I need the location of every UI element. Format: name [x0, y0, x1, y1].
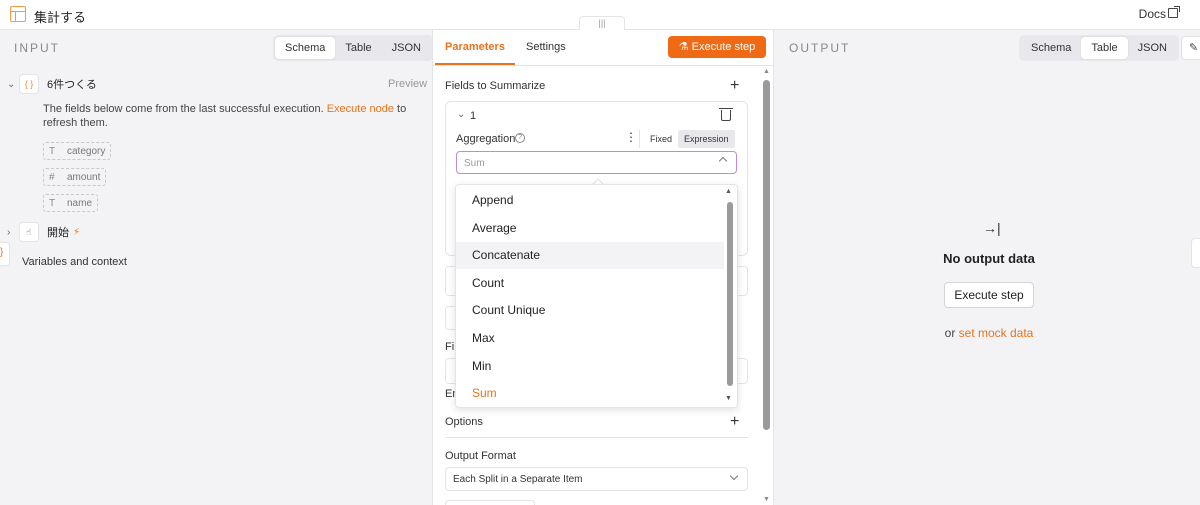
option-append[interactable]: Append: [456, 187, 724, 214]
field-name: category: [67, 145, 106, 157]
input-view-json[interactable]: JSON: [382, 37, 431, 59]
mode-fixed[interactable]: Fixed: [644, 130, 678, 148]
output-format-value: Each Split in a Separate Item: [453, 474, 583, 485]
input-label: INPUT: [14, 41, 60, 55]
text-type-icon: T: [49, 145, 56, 157]
option-count[interactable]: Count: [456, 270, 724, 297]
no-output-title: No output data: [943, 251, 1035, 266]
options-divider: [445, 437, 748, 438]
option-sum[interactable]: Sum: [456, 380, 724, 407]
info-text-pre: The fields below come from the last succ…: [43, 103, 327, 115]
or-text: or: [944, 326, 959, 340]
set-mock-data-link[interactable]: set mock data: [959, 326, 1034, 340]
chevron-down-icon: [729, 471, 739, 481]
output-view-schema[interactable]: Schema: [1021, 37, 1081, 59]
fields-label-partial: Fi: [445, 341, 455, 353]
schema-field-amount[interactable]: # amount: [43, 168, 107, 186]
option-max[interactable]: Max: [456, 325, 724, 352]
start-node-name: 開始: [47, 227, 69, 239]
execute-step-button[interactable]: ⚗ Execute step: [668, 36, 766, 58]
scroll-down-arrow[interactable]: ▼: [763, 496, 770, 503]
edit-pencil-icon[interactable]: ✎: [1181, 36, 1200, 60]
output-label: OUTPUT: [789, 41, 851, 55]
help-icon[interactable]: ?: [515, 133, 525, 143]
mode-expression[interactable]: Expression: [678, 130, 735, 148]
cursor-click-icon: ☝: [19, 222, 39, 242]
value-mode-switch: Fixed Expression: [639, 130, 735, 148]
text-type-icon: T: [49, 197, 56, 209]
aggregation-select-value: Sum: [464, 158, 485, 169]
output-format-label: Output Format: [445, 450, 516, 462]
lightning-icon: ⚡: [73, 226, 81, 238]
node-row-start[interactable]: › ☝ 開始 ⚡: [7, 222, 80, 242]
output-panel: OUTPUT Schema Table JSON ✎ →| No output …: [774, 30, 1200, 505]
aggregation-dropdown: Append Average Concatenate Count Count U…: [455, 184, 738, 408]
preview-label: Preview: [388, 78, 428, 90]
tab-parameters[interactable]: Parameters: [445, 41, 505, 53]
input-view-switch: Schema Table JSON: [273, 35, 433, 61]
dropdown-scroll-down[interactable]: ▼: [725, 395, 732, 402]
option-concatenate[interactable]: Concatenate: [456, 242, 724, 269]
execute-node-link[interactable]: Execute node: [327, 103, 394, 115]
dropdown-scroll-up[interactable]: ▲: [725, 188, 732, 195]
output-format-select[interactable]: Each Split in a Separate Item: [445, 467, 748, 491]
output-view-switch: Schema Table JSON: [1019, 35, 1179, 61]
node-row-source[interactable]: ⌄ { } 6件つくる: [7, 74, 97, 94]
brace-icon[interactable]: }: [0, 242, 10, 266]
code-braces-icon: { }: [19, 74, 39, 94]
scroll-up-arrow[interactable]: ▲: [763, 68, 770, 75]
option-count-unique[interactable]: Count Unique: [456, 297, 724, 324]
option-average[interactable]: Average: [456, 215, 724, 242]
schema-field-name[interactable]: T name: [43, 194, 99, 212]
node-title[interactable]: 集計する: [34, 7, 86, 26]
drag-handle[interactable]: |||: [579, 16, 625, 30]
aggregation-label: Aggregation: [456, 133, 516, 145]
number-type-icon: #: [49, 171, 55, 183]
field-name: amount: [67, 171, 101, 183]
execute-step-label: Execute step: [691, 41, 756, 53]
docs-link[interactable]: Docs: [1139, 7, 1166, 21]
chevron-down-icon[interactable]: ⌄: [7, 79, 19, 90]
info-message: The fields below come from the last succ…: [43, 102, 433, 130]
chevron-up-icon: [718, 156, 728, 166]
tab-settings[interactable]: Settings: [526, 41, 566, 53]
schema-field-category[interactable]: T category: [43, 142, 112, 160]
next-field-box[interactable]: [445, 500, 535, 505]
chevron-right-icon[interactable]: ›: [7, 227, 19, 238]
option-min[interactable]: Min: [456, 353, 724, 380]
aggregation-select[interactable]: Sum: [456, 151, 737, 174]
add-option-icon[interactable]: +: [730, 414, 739, 430]
mock-data-line: or set mock data: [774, 326, 1200, 340]
output-view-table[interactable]: Table: [1081, 37, 1128, 59]
panel-scrollbar[interactable]: [763, 80, 770, 430]
output-view-json[interactable]: JSON: [1128, 37, 1177, 59]
field-index: 1: [470, 110, 477, 122]
arrow-right-to-line-icon: →|: [983, 220, 1001, 236]
variables-context[interactable]: Variables and context: [22, 256, 127, 268]
output-execute-step-button[interactable]: Execute step: [944, 282, 1034, 308]
field-name: name: [67, 197, 93, 209]
input-view-table[interactable]: Table: [335, 37, 381, 59]
more-options-icon[interactable]: ⋮: [625, 130, 637, 144]
input-panel: INPUT Schema Table JSON ⌄ { } 6件つくる Prev…: [0, 30, 433, 505]
table-icon: [10, 6, 26, 22]
fields-to-summarize-label: Fields to Summarize: [445, 80, 546, 92]
external-link-icon[interactable]: [1168, 6, 1180, 18]
dropdown-scrollbar[interactable]: [727, 202, 733, 386]
add-field-icon[interactable]: +: [730, 78, 739, 94]
options-label: Options: [445, 416, 483, 428]
input-view-schema[interactable]: Schema: [275, 37, 336, 59]
source-node-name: 6件つくる: [47, 79, 97, 91]
chevron-down-icon[interactable]: ⌄: [457, 109, 465, 120]
trash-icon[interactable]: [719, 108, 733, 121]
tabs-divider: [433, 65, 775, 66]
